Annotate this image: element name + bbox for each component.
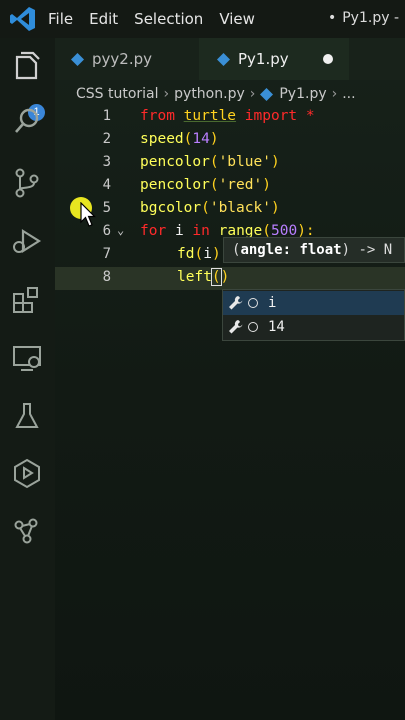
- function-token: speed: [140, 131, 184, 147]
- paren-token: ): [209, 131, 219, 147]
- module-token: turtle: [183, 108, 237, 124]
- wrench-icon: [229, 296, 243, 310]
- code-line-current[interactable]: 8 left(): [55, 267, 405, 290]
- unsaved-dot-icon[interactable]: [323, 54, 333, 64]
- menu-edit[interactable]: Edit: [89, 10, 118, 28]
- suggestion-item[interactable]: i: [223, 291, 404, 315]
- paren-token: ): [270, 154, 280, 170]
- unsaved-dot-icon: •: [327, 10, 337, 26]
- fold-chevron-icon[interactable]: ⌄: [117, 223, 124, 237]
- code-line[interactable]: 3 pencolor('blue'): [55, 152, 405, 175]
- explorer-icon[interactable]: [9, 48, 45, 84]
- vscode-window: File Edit Selection View • Py1.py - 1 py…: [0, 0, 405, 720]
- tab-label: pyy2.py: [92, 50, 152, 68]
- window-title-text: Py1.py -: [342, 10, 399, 26]
- line-number: 1: [102, 108, 111, 124]
- mouse-pointer-icon: [80, 202, 96, 227]
- suggestion-list: i 14: [222, 289, 405, 341]
- paren-token: (: [209, 177, 219, 193]
- number-token: 14: [192, 131, 210, 147]
- menu-file[interactable]: File: [48, 10, 73, 28]
- title-bar: File Edit Selection View • Py1.py -: [0, 0, 405, 38]
- suggestion-label: i: [268, 295, 277, 311]
- paren-token: (: [201, 200, 210, 216]
- function-token: bgcolor: [140, 200, 202, 216]
- breadcrumb-item[interactable]: ...: [342, 86, 355, 102]
- keyword-token: from: [140, 108, 175, 124]
- line-number: 3: [102, 154, 111, 170]
- chevron-right-icon: ›: [331, 86, 338, 102]
- paren-token: ): [270, 200, 280, 216]
- tab-label: Py1.py: [238, 50, 289, 68]
- search-icon[interactable]: [9, 104, 45, 140]
- python-file-icon: [71, 52, 84, 66]
- signature-param: angle: float: [240, 242, 342, 258]
- graph-icon[interactable]: [9, 513, 45, 549]
- paren-token: ): [220, 269, 230, 285]
- breadcrumb-item[interactable]: Py1.py: [279, 86, 326, 102]
- line-number: 4: [102, 177, 111, 193]
- activity-bar: 1: [0, 38, 55, 720]
- code-line[interactable]: 4 pencolor('red'): [55, 175, 405, 198]
- paren-token: ): [211, 246, 221, 262]
- wrench-icon: [229, 320, 243, 334]
- breadcrumb: CSS tutorial › python.py › Py1.py › ...: [76, 82, 356, 106]
- vscode-logo-icon[interactable]: [9, 5, 37, 33]
- chevron-right-icon: ›: [163, 86, 170, 102]
- string-token: 'blue': [218, 154, 271, 170]
- variable-token: i: [203, 246, 212, 262]
- variable-token: i: [174, 223, 184, 239]
- chevron-right-icon: ›: [249, 86, 256, 102]
- tab-py1[interactable]: Py1.py: [199, 38, 349, 80]
- keyword-token: for: [140, 223, 167, 239]
- function-token: left: [177, 269, 212, 285]
- bracket-pair-cursor: (: [210, 268, 222, 286]
- python-file-icon: [217, 52, 230, 66]
- window-title: • Py1.py -: [328, 10, 399, 26]
- menu-selection[interactable]: Selection: [134, 10, 203, 28]
- breadcrumb-item[interactable]: CSS tutorial: [76, 86, 159, 102]
- paren-token: (: [194, 246, 204, 262]
- run-debug-icon[interactable]: [9, 223, 45, 259]
- keyword-token: import: [244, 108, 298, 124]
- remote-explorer-icon[interactable]: [9, 340, 45, 376]
- function-token: fd: [177, 246, 195, 262]
- suggestion-label: 14: [268, 319, 285, 335]
- code-line[interactable]: 1 from turtle import *: [55, 106, 405, 129]
- menu-view[interactable]: View: [219, 10, 255, 28]
- breadcrumb-item[interactable]: python.py: [174, 86, 245, 102]
- line-number: 8: [102, 269, 111, 285]
- keyword-token: in: [192, 223, 210, 239]
- string-token: 'red': [218, 177, 263, 193]
- star-token: *: [305, 108, 315, 124]
- extensions-icon[interactable]: [9, 282, 45, 318]
- signature-suffix: ) -> N: [341, 242, 393, 258]
- suggestion-item[interactable]: 14: [223, 315, 404, 339]
- variable-circle-icon: [248, 322, 258, 332]
- function-token: pencolor: [140, 154, 210, 170]
- paren-token: ): [262, 177, 271, 193]
- variable-circle-icon: [248, 298, 258, 308]
- paren-token: (: [211, 269, 221, 285]
- tab-pyy2[interactable]: pyy2.py: [71, 38, 191, 80]
- code-line[interactable]: 5 bgcolor('black'): [55, 198, 405, 221]
- deploy-icon[interactable]: [9, 455, 45, 491]
- python-file-icon: [260, 87, 274, 101]
- paren-token: (: [209, 154, 219, 170]
- tab-bar: pyy2.py Py1.py: [55, 38, 405, 80]
- string-token: 'black': [209, 200, 271, 216]
- function-token: pencolor: [140, 177, 210, 193]
- signature-help-popup: (angle: float) -> N: [223, 237, 405, 263]
- code-editor[interactable]: 1 from turtle import * 2 speed(14) 3 pen…: [55, 106, 405, 306]
- source-control-icon[interactable]: [9, 165, 45, 201]
- line-number: 7: [102, 246, 111, 262]
- line-number: 2: [102, 131, 111, 147]
- code-line[interactable]: 2 speed(14): [55, 129, 405, 152]
- testing-icon[interactable]: [9, 398, 45, 434]
